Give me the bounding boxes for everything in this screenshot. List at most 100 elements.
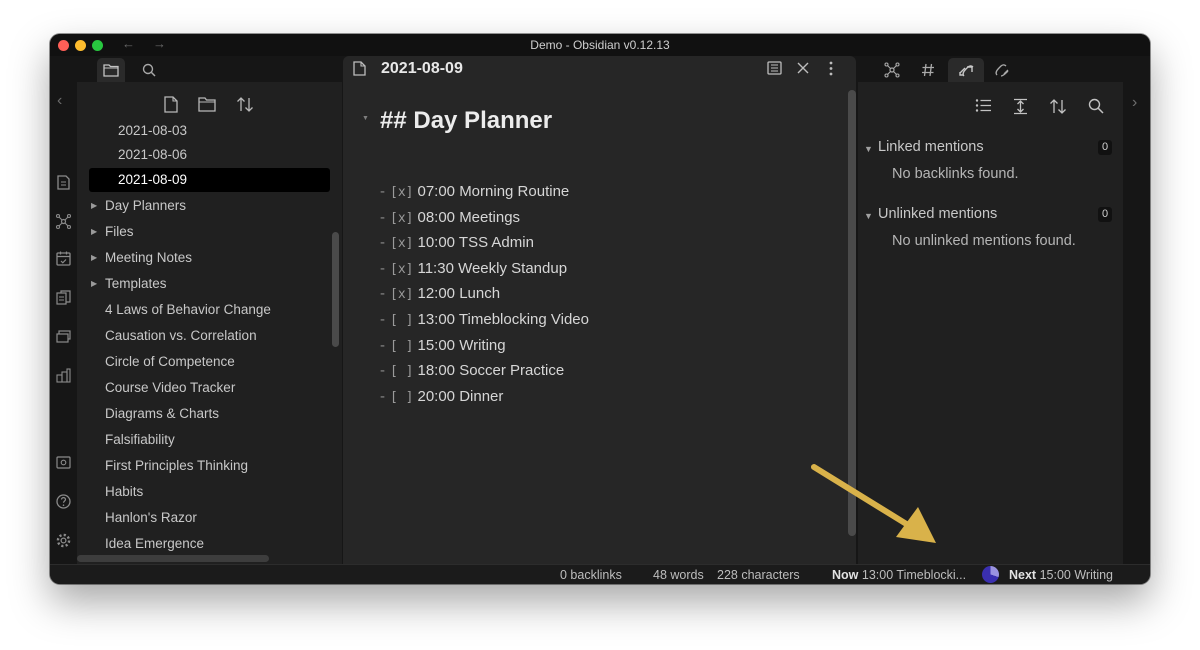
file-item[interactable]: Hanlon's Razor [89, 506, 330, 530]
file-item[interactable]: Causation vs. Correlation [89, 324, 330, 348]
task-line[interactable]: - [x] 12:00 Lunch [380, 283, 500, 305]
task-line[interactable]: -[ ] 15:00 Writing [380, 335, 506, 357]
task-checkbox[interactable]: [ ] [390, 390, 413, 405]
right-tab-header [870, 56, 1130, 82]
task-checkbox[interactable]: [ ] [390, 313, 413, 328]
status-word-count: 48 words [653, 568, 704, 582]
file-item[interactable]: 2021-08-06 [89, 143, 330, 167]
search-filter-icon[interactable] [1088, 98, 1104, 119]
task-line[interactable]: - [x] 08:00 Meetings [380, 207, 520, 229]
open-quick-switcher-icon[interactable] [55, 174, 72, 191]
file-item[interactable]: Course Video Tracker [89, 376, 330, 400]
templates-icon[interactable] [55, 289, 72, 306]
collapse-right-icon[interactable]: › [1132, 94, 1137, 112]
file-item[interactable]: Diagrams & Charts [89, 402, 330, 426]
left-ribbon: ‹ [50, 82, 77, 564]
search-icon [142, 63, 156, 77]
tab-tags[interactable] [914, 58, 942, 82]
expanded-caret-icon[interactable]: ▼ [864, 144, 873, 154]
tab-outgoing-links[interactable] [988, 58, 1016, 82]
sort-results-icon[interactable] [1049, 98, 1067, 120]
file-item-active[interactable]: 2021-08-09 [89, 168, 330, 192]
sidebar-horizontal-scrollbar[interactable] [77, 555, 269, 562]
folder-item[interactable]: ▶ Templates [89, 272, 330, 296]
tab-graph-view[interactable] [878, 58, 906, 82]
editor-pane[interactable]: ▼ ## Day Planner - [x] 07:00 Morning Routi… [343, 82, 856, 564]
obsidian-window: ← → Demo - Obsidian v0.12.13 2021-08-09 [50, 34, 1150, 584]
tab-search[interactable] [135, 58, 163, 82]
file-item[interactable]: 2021-08-03 [89, 119, 330, 143]
daily-note-calendar-icon[interactable] [55, 250, 72, 267]
file-explorer-toolbar [77, 82, 342, 120]
unlinked-mentions-title[interactable]: Unlinked mentions [878, 206, 997, 222]
settings-gear-icon[interactable] [55, 532, 72, 549]
task-checkbox[interactable]: [x] [390, 287, 413, 302]
task-checkbox[interactable]: [x] [390, 236, 413, 251]
more-options-icon[interactable] [828, 61, 834, 81]
folder-item[interactable]: ▶ Meeting Notes [89, 246, 330, 270]
left-tab-header [77, 56, 332, 82]
collapsed-caret-icon: ▶ [91, 227, 98, 236]
tab-backlinks[interactable] [948, 58, 984, 82]
task-line[interactable]: -[ ] 13:00 Timeblocking Video [380, 309, 589, 331]
linked-mentions-count: 0 [1098, 140, 1112, 155]
graph-view-icon[interactable] [55, 213, 72, 230]
file-explorer-panel: 2021-08-03 2021-08-06 2021-08-09 ▶ Day Pl… [77, 82, 342, 564]
file-item[interactable]: 4 Laws of Behavior Change [89, 298, 330, 322]
collapse-results-icon[interactable] [975, 98, 992, 118]
task-checkbox[interactable]: [x] [390, 211, 413, 226]
new-folder-icon[interactable] [198, 96, 216, 117]
task-checkbox[interactable]: [ ] [390, 364, 413, 379]
slides-icon[interactable] [55, 328, 72, 345]
expanded-caret-icon[interactable]: ▼ [864, 211, 873, 221]
task-line[interactable]: -[ ] 18:00 Soccer Practice [380, 360, 564, 382]
sort-icon[interactable] [236, 96, 254, 118]
title-bar: ← → Demo - Obsidian v0.12.13 [50, 34, 1150, 56]
folder-item[interactable]: ▶ Day Planners [89, 194, 330, 218]
show-more-context-icon[interactable] [1012, 98, 1029, 120]
reading-view-icon[interactable] [767, 61, 782, 80]
file-item[interactable]: Circle of Competence [89, 350, 330, 374]
annotation-arrow-icon [811, 464, 936, 543]
status-bar: 0 backlinks 48 words 228 characters Now … [50, 564, 1150, 584]
right-ribbon: › [1123, 82, 1150, 564]
task-line[interactable]: - [x] 10:00 TSS Admin [380, 232, 534, 254]
open-vault-icon[interactable] [55, 454, 72, 471]
folder-icon [103, 64, 119, 77]
file-item[interactable]: Idea Emergence [89, 532, 330, 556]
task-line[interactable]: - [x] 07:00 Morning Routine [380, 181, 569, 203]
linked-mentions-title[interactable]: Linked mentions [878, 139, 984, 155]
graph-icon [884, 62, 900, 78]
sidebar-scrollbar[interactable] [332, 232, 339, 347]
file-item[interactable]: Falsifiability [89, 428, 330, 452]
status-next-task[interactable]: Next 15:00 Writing [1009, 568, 1113, 582]
note-heading: ## Day Planner [380, 107, 553, 134]
hashtag-icon [922, 63, 934, 77]
collapsed-caret-icon: ▶ [91, 253, 98, 262]
new-note-icon[interactable] [164, 96, 178, 118]
collapse-left-icon[interactable]: ‹ [57, 92, 62, 110]
help-icon[interactable] [55, 493, 72, 510]
linked-mentions-empty: No backlinks found. [892, 166, 1019, 182]
task-checkbox[interactable]: [x] [390, 185, 413, 200]
fold-heading-icon[interactable]: ▼ [362, 115, 369, 122]
backlink-icon [959, 65, 974, 77]
editor-tab[interactable]: 2021-08-09 [343, 56, 856, 82]
unlinked-mentions-count: 0 [1098, 207, 1112, 222]
task-line[interactable]: - [x] 11:30 Weekly Standup [380, 258, 567, 280]
file-item[interactable]: Habits [89, 480, 330, 504]
status-backlinks[interactable]: 0 backlinks [560, 568, 622, 582]
folder-item[interactable]: ▶ Files [89, 220, 330, 244]
outgoing-link-icon [995, 64, 1009, 77]
tab-file-explorer[interactable] [97, 58, 125, 82]
unlinked-mentions-empty: No unlinked mentions found. [892, 233, 1076, 249]
status-character-count: 228 characters [717, 568, 800, 582]
file-icon [353, 61, 366, 81]
task-checkbox[interactable]: [ ] [390, 339, 413, 354]
task-checkbox[interactable]: [x] [390, 262, 413, 277]
close-tab-icon[interactable] [797, 61, 809, 80]
status-now-task[interactable]: Now 13:00 Timeblocki... [832, 568, 966, 582]
file-item[interactable]: First Principles Thinking [89, 454, 330, 478]
plugin-blocks-icon[interactable] [55, 367, 72, 384]
task-line[interactable]: -[ ] 20:00 Dinner [380, 386, 503, 408]
